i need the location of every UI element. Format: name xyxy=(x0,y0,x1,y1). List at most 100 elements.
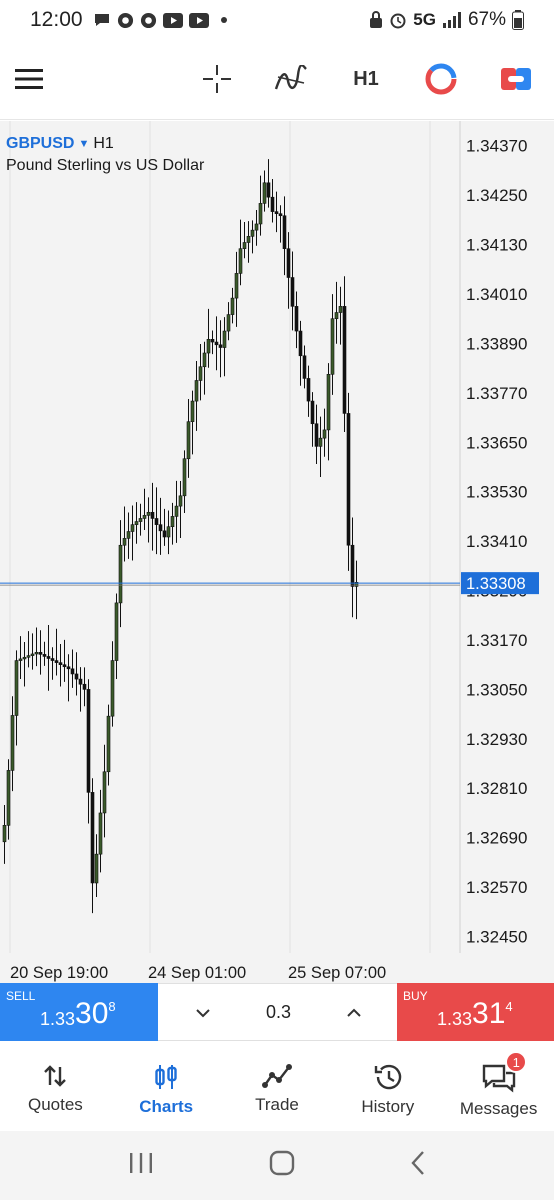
chart-timeframe: H1 xyxy=(93,135,114,152)
candle-body xyxy=(306,378,311,402)
symbol-name[interactable]: GBPUSD xyxy=(6,135,74,153)
nav-messages[interactable]: 1 Messages xyxy=(443,1041,554,1131)
system-navigation-bar xyxy=(0,1131,554,1200)
candle-body xyxy=(118,544,123,604)
candle-body xyxy=(334,312,339,320)
volume-decrease-button[interactable] xyxy=(188,1002,218,1023)
candle-body xyxy=(182,458,187,497)
recent-apps-button[interactable] xyxy=(128,1152,154,1179)
candle-body xyxy=(30,653,35,656)
youtube-icon xyxy=(162,12,183,28)
candle-body xyxy=(262,182,267,204)
candle-body xyxy=(134,521,139,525)
messages-badge: 1 xyxy=(505,1051,528,1073)
x-tick-label: 20 Sep 19:00 xyxy=(10,964,108,982)
candle-body xyxy=(58,662,63,665)
chart-toolbar: H1 xyxy=(0,40,554,120)
candle-body xyxy=(214,341,219,346)
x-tick-label: 24 Sep 01:00 xyxy=(148,964,246,982)
candle-body xyxy=(266,182,271,198)
indicators-icon xyxy=(274,65,307,90)
home-button[interactable] xyxy=(269,1150,295,1181)
current-price-label: 1.33308 xyxy=(466,575,526,593)
y-tick-label: 1.33410 xyxy=(466,532,527,551)
quotes-icon xyxy=(44,1065,67,1087)
hamburger-icon xyxy=(15,69,43,89)
bottom-navigation: Quotes Charts Trade History 1 Messages xyxy=(0,1041,554,1131)
buy-price: 1.33 31 4 xyxy=(437,997,513,1031)
candle-body xyxy=(318,437,323,447)
candle-body xyxy=(206,338,211,354)
alarm-icon xyxy=(390,13,406,29)
y-tick-label: 1.33530 xyxy=(466,483,527,502)
sell-price-prefix: 1.33 xyxy=(40,1009,76,1029)
sell-button[interactable]: SELL 1.33 30 8 xyxy=(0,983,158,1041)
back-button[interactable] xyxy=(410,1150,426,1181)
candle-body xyxy=(50,658,55,661)
candle-body xyxy=(26,655,31,658)
crosshair-button[interactable] xyxy=(192,54,242,104)
y-tick-label: 1.33650 xyxy=(466,433,527,452)
candle-body xyxy=(346,413,351,546)
candle-body xyxy=(34,652,39,655)
symbol-dropdown-icon[interactable]: ▼ xyxy=(78,138,89,150)
y-tick-label: 1.34370 xyxy=(466,137,527,156)
candlestick-chart[interactable]: 1.34370 1.34250 1.34130 1.34010 1.33890 1.337… xyxy=(0,121,554,983)
candle-body xyxy=(282,215,287,249)
candle-body xyxy=(330,318,335,375)
candle-body xyxy=(66,666,71,670)
nav-trade[interactable]: Trade xyxy=(222,1041,333,1131)
price-chart[interactable]: 1.34370 1.34250 1.34130 1.34010 1.33890 1.337… xyxy=(0,121,554,983)
chrome-icon-2 xyxy=(140,12,156,28)
candle-body xyxy=(298,330,303,357)
candle-body xyxy=(78,678,83,685)
candle-body xyxy=(82,683,87,690)
candle-body xyxy=(314,423,319,447)
y-tick-label: 1.33050 xyxy=(466,680,527,699)
one-click-trading-button[interactable] xyxy=(416,54,466,104)
menu-button[interactable] xyxy=(4,54,54,104)
chart-symbol-header[interactable]: GBPUSD ▼ H1 xyxy=(6,135,114,153)
nav-quotes[interactable]: Quotes xyxy=(0,1041,111,1131)
timeframe-button[interactable]: H1 xyxy=(341,54,391,104)
y-tick-label: 1.34130 xyxy=(466,236,527,255)
trade-bar: SELL 1.33 30 8 0.3 BUY 1.33 31 4 xyxy=(0,983,554,1041)
candle-body xyxy=(86,689,91,793)
volume-value[interactable]: 0.3 xyxy=(266,1002,291,1023)
candle-body xyxy=(150,511,155,519)
candle-body xyxy=(10,715,15,771)
new-order-button[interactable] xyxy=(491,54,541,104)
candle-body xyxy=(286,248,291,278)
back-icon xyxy=(411,1151,425,1175)
nav-quotes-label: Quotes xyxy=(27,1095,83,1114)
candle-body xyxy=(126,531,131,539)
candle-body xyxy=(170,516,175,528)
candle-body xyxy=(222,330,227,348)
nav-charts[interactable]: Charts xyxy=(111,1041,222,1131)
x-tick-label: 25 Sep 07:00 xyxy=(288,964,386,982)
buy-price-sup: 4 xyxy=(505,999,513,1014)
candle-body xyxy=(142,515,147,519)
candle-body xyxy=(38,652,43,655)
candle-body xyxy=(162,530,167,538)
nav-history[interactable]: History xyxy=(332,1041,443,1131)
candle-body xyxy=(218,344,223,348)
indicators-button[interactable] xyxy=(266,54,316,104)
recent-apps-icon xyxy=(129,1153,152,1173)
buy-button[interactable]: BUY 1.33 31 4 xyxy=(397,983,554,1041)
candle-body xyxy=(270,196,275,212)
candle-body xyxy=(54,660,59,663)
sell-price-sup: 8 xyxy=(108,999,116,1014)
candle-body xyxy=(22,656,27,660)
home-icon xyxy=(269,1150,295,1176)
nav-history-label: History xyxy=(361,1097,415,1116)
candle-body xyxy=(122,538,127,546)
status-right: 5G 67% xyxy=(369,9,524,31)
candle-body xyxy=(326,374,331,431)
volume-control: 0.3 xyxy=(158,983,397,1041)
crosshair-icon xyxy=(203,65,231,93)
y-tick-label: 1.32570 xyxy=(466,878,527,897)
candle-body xyxy=(238,248,243,274)
volume-increase-button[interactable] xyxy=(339,1002,369,1023)
candle-body xyxy=(174,505,179,517)
